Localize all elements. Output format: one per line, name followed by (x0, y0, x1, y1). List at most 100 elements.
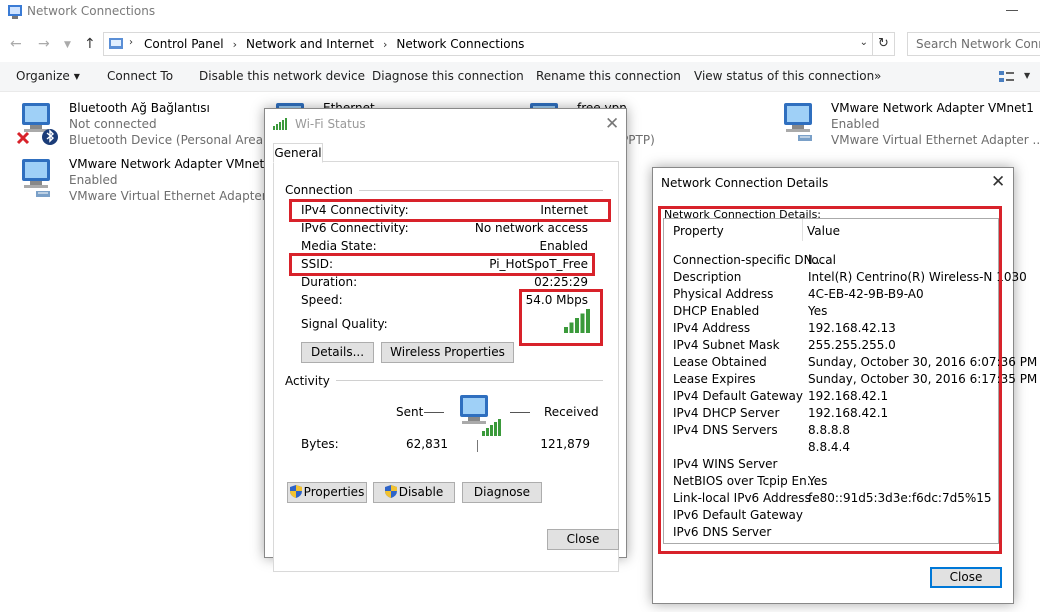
forward-arrow-icon[interactable]: → (38, 36, 50, 52)
connection-bluetooth[interactable]: Bluetooth Ağ Bağlantısı Not connected Bl… (16, 101, 278, 153)
view-status-button[interactable]: View status of this connection (694, 69, 874, 83)
rename-connection-button[interactable]: Rename this connection (536, 69, 681, 83)
property-cell: IPv4 DNS Servers (673, 423, 778, 437)
properties-button[interactable]: Properties (287, 482, 367, 503)
connection-name: VMware Network Adapter VMnet8 (69, 157, 272, 171)
table-row[interactable]: IPv4 DNS Servers 8.8.8.8 (668, 423, 996, 440)
property-cell: IPv4 Default Gateway (673, 389, 803, 403)
value-cell: Intel(R) Centrino(R) Wireless-N 1030 (808, 270, 1027, 284)
ipv4-connectivity-value: Internet (540, 203, 588, 217)
value-cell: Yes (808, 474, 828, 488)
table-row[interactable]: IPv4 Default Gateway 192.168.42.1 (668, 389, 996, 406)
disable-button[interactable]: Disable (373, 482, 455, 503)
bytes-label: Bytes: (301, 437, 339, 451)
connection-device: VMware Virtual Ethernet Adapter ... (831, 133, 1040, 147)
value-cell: Sunday, October 30, 2016 6:07:36 PM (808, 355, 1038, 369)
table-row[interactable]: IPv6 DNS Server (668, 525, 996, 542)
sent-label: Sent (396, 405, 424, 419)
signal-bar (575, 318, 579, 333)
organize-label: Organize (16, 69, 70, 83)
column-header-value[interactable]: Value (807, 224, 840, 238)
table-row[interactable]: Lease Obtained Sunday, October 30, 2016 6… (668, 355, 1037, 372)
table-row[interactable]: Physical Address 4C-EB-42-9B-B9-A0 (668, 287, 996, 304)
sent-line (424, 412, 444, 413)
media-state-label: Media State: (301, 239, 377, 253)
minimize-button[interactable] (1006, 10, 1018, 11)
duration-value: 02:25:29 (534, 275, 588, 289)
refresh-icon[interactable]: ↻ (873, 32, 895, 56)
connection-vmnet8[interactable]: VMware Network Adapter VMnet8 Enabled VM… (16, 157, 282, 209)
bytes-received-value: 121,879 (540, 437, 590, 451)
value-cell: Sunday, October 30, 2016 6:17:35 PM (808, 372, 1038, 386)
property-cell: DHCP Enabled (673, 304, 760, 318)
property-cell: Link-local IPv6 Address (673, 491, 811, 505)
property-cell: Connection-specific DN... (673, 253, 825, 267)
view-options-caret-icon[interactable]: ▼ (1024, 71, 1030, 80)
back-arrow-icon[interactable]: ← (10, 36, 22, 52)
organize-button[interactable]: Organize ▼ (16, 69, 80, 83)
connection-device: Bluetooth Device (Personal Area ... (69, 133, 279, 147)
ipv4-connectivity-label: IPv4 Connectivity: (301, 203, 409, 217)
value-cell: local (808, 253, 836, 267)
duration-label: Duration: (301, 275, 358, 289)
column-header-property[interactable]: Property (673, 224, 724, 238)
property-cell: IPv4 WINS Server (673, 457, 778, 471)
wifi-close-button[interactable]: Close (547, 529, 619, 550)
media-state-value: Enabled (539, 239, 589, 253)
connection-status: Enabled (831, 117, 880, 131)
more-commands-button[interactable]: » (874, 69, 881, 83)
table-row[interactable]: NetBIOS over Tcpip En... Yes (668, 474, 996, 491)
table-row[interactable]: Link-local IPv6 Address fe80::91d5:3d3e:f… (668, 491, 996, 508)
wireless-properties-button[interactable]: Wireless Properties (381, 342, 514, 363)
chevron-right-icon[interactable]: › (233, 38, 237, 51)
details-button[interactable]: Details... (301, 342, 374, 363)
table-row[interactable]: IPv4 WINS Server (668, 457, 996, 474)
search-input[interactable]: Search Network Connections (907, 32, 1040, 56)
caret-down-icon: ▼ (73, 72, 80, 81)
change-view-icon[interactable] (999, 70, 1015, 84)
breadcrumb-network-connections[interactable]: Network Connections (396, 37, 524, 51)
details-close-button[interactable]: Close (930, 567, 1002, 588)
network-connections-icon (8, 5, 22, 19)
table-row[interactable]: IPv4 DHCP Server 192.168.42.1 (668, 406, 996, 423)
table-row[interactable]: IPv6 Default Gateway (668, 508, 996, 525)
close-icon[interactable]: ✕ (991, 172, 1005, 192)
address-bar: ← → ▼ ↑ › Control Panel › Network and In… (0, 30, 1040, 58)
table-row[interactable]: DHCP Enabled Yes (668, 304, 996, 321)
dialog-titlebar: Wi-Fi Status ✕ (265, 109, 626, 139)
breadcrumb-control-panel[interactable]: Control Panel (144, 37, 224, 51)
connection-vmnet1[interactable]: VMware Network Adapter VMnet1 Enabled VM… (778, 101, 1040, 153)
value-cell: Yes (808, 304, 828, 318)
table-row[interactable]: Lease Expires Sunday, October 30, 2016 6:… (668, 372, 1037, 389)
connect-to-button[interactable]: Connect To (107, 69, 173, 83)
up-arrow-icon[interactable]: ↑ (84, 36, 96, 52)
table-row[interactable]: IPv4 Subnet Mask 255.255.255.0 (668, 338, 996, 355)
ipv6-connectivity-label: IPv6 Connectivity: (301, 221, 409, 235)
received-label: Received (544, 405, 599, 419)
recent-locations-icon[interactable]: ▼ (64, 40, 71, 50)
table-row[interactable]: Connection-specific DN... local (668, 253, 996, 270)
control-panel-icon (109, 38, 123, 49)
diagnose-button[interactable]: Diagnose (462, 482, 542, 503)
column-divider (802, 219, 803, 241)
chevron-right-icon[interactable]: › (383, 38, 387, 51)
address-box[interactable]: › Control Panel › Network and Internet ›… (103, 32, 873, 56)
disable-device-button[interactable]: Disable this network device (199, 69, 365, 83)
command-bar: Organize ▼ Connect To Disable this networ… (0, 62, 1040, 92)
window-title: Network Connections (27, 4, 156, 18)
network-adapter-icon (784, 103, 812, 141)
breadcrumb-root-chevron-icon[interactable]: › (129, 37, 133, 48)
network-activity-icon (460, 395, 501, 436)
diagnose-connection-button[interactable]: Diagnose this connection (372, 69, 524, 83)
close-icon[interactable]: ✕ (605, 114, 619, 134)
tab-general[interactable]: General (273, 143, 323, 163)
connection-name: Bluetooth Ağ Bağlantısı (69, 101, 210, 115)
bytes-sent-value: 62,831 (406, 437, 448, 451)
table-row[interactable]: IPv4 Address 192.168.42.13 (668, 321, 996, 338)
property-cell: IPv4 Subnet Mask (673, 338, 780, 352)
table-row[interactable]: Description Intel(R) Centrino(R) Wireless… (668, 270, 1027, 287)
chevron-down-icon[interactable]: ⌄ (860, 37, 868, 48)
titlebar: Network Connections (0, 0, 1040, 26)
table-row[interactable]: 8.8.4.4 (668, 440, 996, 457)
breadcrumb-network-and-internet[interactable]: Network and Internet (246, 37, 374, 51)
